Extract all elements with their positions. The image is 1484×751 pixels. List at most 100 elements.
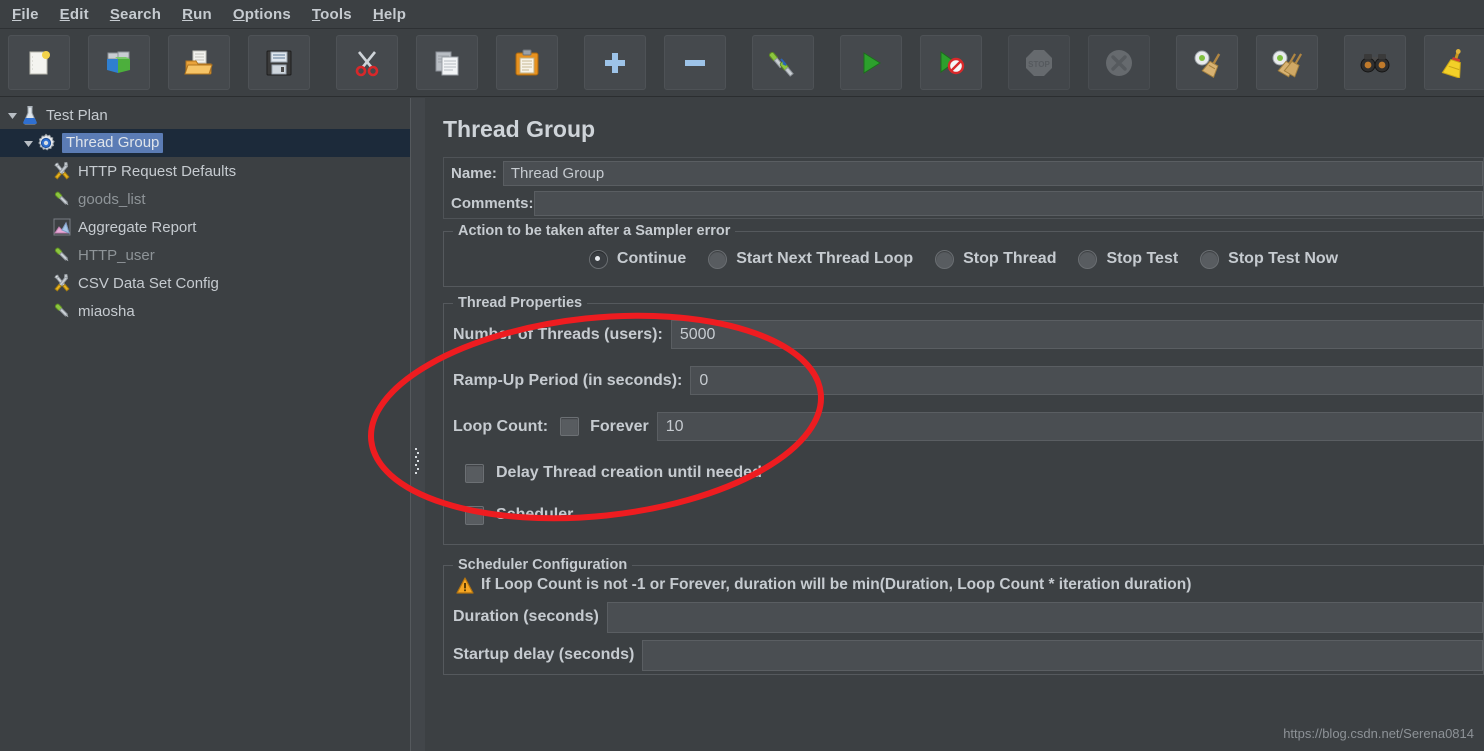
open-folder-button[interactable] [168,35,230,90]
sampler-error-group-title: Action to be taken after a Sampler error [453,223,736,239]
start-play-button[interactable] [840,35,902,90]
paste-clipboard-button[interactable] [496,35,558,90]
ramp-up-period-input[interactable]: 0 [690,366,1483,395]
split-pane-divider[interactable] [410,98,426,751]
save-floppy-button[interactable] [248,35,310,90]
comments-label: Comments: [451,194,534,212]
sampler-error-option-start-next-thread-loop[interactable]: Start Next Thread Loop [708,249,913,269]
page-title: Thread Group [443,116,596,142]
delay-thread-creation-row[interactable]: Delay Thread creation until needed [444,456,1483,490]
start-no-timers-icon [937,49,965,77]
tree-item-thread-group[interactable]: Thread Group [0,129,410,157]
tree-item-csv-data-set-config[interactable]: CSV Data Set Config [0,269,410,297]
menu-bar: File Edit Search Run Options Tools Help [0,0,1484,29]
tree-twisty-placeholder [36,247,52,263]
cut-scissors-button[interactable] [336,35,398,90]
expand-plus-button[interactable] [584,35,646,90]
tree-item-test-plan[interactable]: Test Plan [0,101,410,129]
name-row: Name: Thread Group [444,158,1483,188]
stop-sign-icon: STOP [1024,48,1054,78]
duration-input[interactable] [606,601,1483,633]
menu-edit[interactable]: Edit [51,2,98,27]
start-play-icon [858,50,884,76]
start-no-timers-button[interactable] [920,35,982,90]
tree-item-http-user[interactable]: HTTP_user [0,241,410,269]
scheduler-checkbox[interactable] [465,505,484,525]
menu-search[interactable]: Search [101,2,170,27]
scheduler-row[interactable]: Scheduler [444,498,1483,532]
search-binoculars-button[interactable] [1344,35,1406,90]
chevron-down-icon[interactable] [4,107,20,123]
menu-mnemonic: R [182,5,194,23]
templates-button[interactable] [88,35,150,90]
loop-count-input[interactable]: 10 [656,412,1483,441]
name-comments-box: Name: Thread Group Comments: [443,157,1484,219]
menu-tools[interactable]: Tools [303,2,361,27]
sampler-error-option-continue[interactable]: Continue [588,249,687,269]
tree-item-miaosha[interactable]: miaosha [0,297,410,325]
toolbar: STOP [0,29,1484,97]
number-of-threads-input[interactable]: 5000 [670,320,1483,349]
collapse-minus-button[interactable] [664,35,726,90]
thread-properties-body: Number of Threads (users): 5000 Ramp-Up … [444,304,1483,544]
name-input[interactable]: Thread Group [502,160,1483,186]
gear-icon [36,133,56,153]
sampler-error-option-stop-test-now[interactable]: Stop Test Now [1200,249,1338,269]
startup-delay-input[interactable] [642,639,1483,671]
radio-label: Continue [616,250,687,267]
reset-search-broom-icon [1441,48,1469,78]
jmeter-window: FileEditSearchRunOptionsToolsHelp [0,0,1484,751]
menu-label-rest: ools [320,5,352,23]
new-document-button[interactable] [8,35,70,90]
expand-plus-icon [602,50,628,76]
menu-options[interactable]: Options [224,2,300,27]
tree-item-label: Test Plan [46,106,108,124]
tree-item-http-request-defaults[interactable]: HTTP Request Defaults [0,157,410,185]
toggle-pipette-icon [768,48,798,78]
menu-help[interactable]: Help [364,2,415,27]
test-plan-tree[interactable]: Test Plan Thread Group HTTP Request Defa… [0,98,410,325]
tree-item-aggregate-report[interactable]: Aggregate Report [0,213,410,241]
new-document-icon [24,48,54,78]
menu-mnemonic: T [311,5,321,23]
ramp-up-period-row: Ramp-Up Period (in seconds): 0 [444,364,1483,397]
radio-button[interactable] [935,249,955,269]
menu-run[interactable]: Run [173,2,221,27]
chevron-down-icon[interactable] [20,135,36,151]
collapse-minus-icon [682,50,708,76]
comments-input[interactable] [533,190,1483,216]
radio-button[interactable] [708,249,728,269]
shutdown-x-icon [1104,48,1134,78]
thread-group-editor-pane: Thread Group Name: Thread Group Comments… [425,98,1484,751]
flask-icon [20,105,40,125]
menu-label-rest: ile [21,5,39,23]
tree-item-goods-list[interactable]: goods_list [0,185,410,213]
tree-twisty-placeholder [36,219,52,235]
tree-item-label: CSV Data Set Config [78,274,219,292]
clear-all-brooms-button[interactable] [1256,35,1318,90]
sampler-error-option-stop-thread[interactable]: Stop Thread [935,249,1056,269]
clear-broom-button[interactable] [1176,35,1238,90]
delay-thread-creation-checkbox[interactable] [465,463,484,483]
reset-search-broom-button[interactable] [1424,35,1484,90]
scheduler-warning-text: If Loop Count is not -1 or Forever, dura… [481,576,1192,593]
menu-mnemonic: O [232,5,245,23]
toggle-pipette-button[interactable] [752,35,814,90]
split-pane-grip-icon[interactable] [415,446,420,474]
warning-triangle-icon [456,576,474,594]
menu-label-rest: ptions [244,5,291,23]
radio-button[interactable] [1078,249,1098,269]
test-plan-tree-pane: Test Plan Thread Group HTTP Request Defa… [0,98,411,751]
radio-button[interactable] [1200,249,1220,269]
loop-count-label: Loop Count: [453,417,549,435]
number-of-threads-row: Number of Threads (users): 5000 [444,318,1483,351]
forever-checkbox[interactable] [560,417,580,436]
startup-delay-row: Startup delay (seconds) [444,636,1483,674]
stop-sign-button: STOP [1008,35,1070,90]
menu-mnemonic: E [59,5,70,23]
menu-file[interactable]: File [3,2,48,27]
tree-item-label: Thread Group [62,133,164,153]
copy-pages-button[interactable] [416,35,478,90]
sampler-error-option-stop-test[interactable]: Stop Test [1078,249,1178,269]
radio-button[interactable] [588,249,608,269]
